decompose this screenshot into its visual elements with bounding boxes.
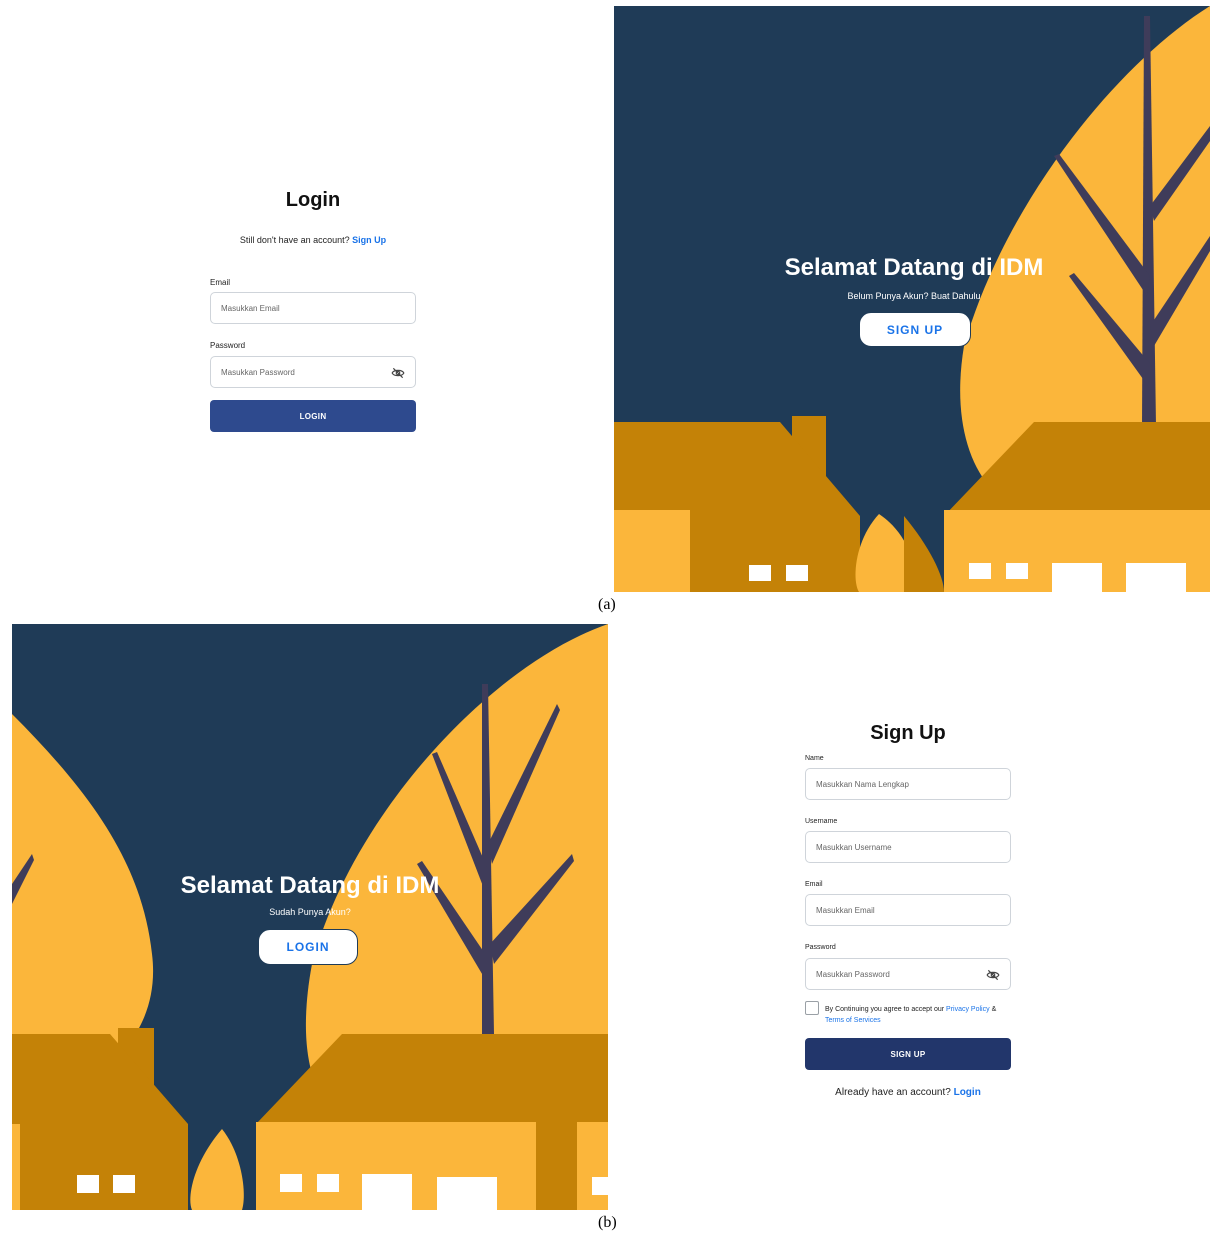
terms-text: By Continuing you agree to accept our Pr… xyxy=(825,1004,1025,1026)
email-field[interactable]: Masukkan Email xyxy=(805,894,1011,926)
password-field[interactable]: Masukkan Password xyxy=(805,958,1011,990)
window xyxy=(113,1175,135,1193)
right-house-wall xyxy=(577,1122,608,1210)
caption-b: (b) xyxy=(598,1214,617,1231)
username-placeholder: Masukkan Username xyxy=(816,842,892,852)
window xyxy=(592,1177,608,1195)
signup-hero-panel: Selamat Datang di IDM Sudah Punya Akun? … xyxy=(12,624,608,1210)
login-hero-subtitle: Belum Punya Akun? Buat Dahulu xyxy=(847,291,981,301)
password-field[interactable]: Masukkan Password xyxy=(210,356,416,388)
name-label: Name xyxy=(805,755,824,762)
caption-a: (a) xyxy=(598,596,616,613)
login-prompt-text: Already have an account? xyxy=(835,1087,951,1098)
signup-hero-title: Selamat Datang di IDM xyxy=(180,872,440,899)
name-placeholder: Masukkan Nama Lengkap xyxy=(816,779,909,789)
password-placeholder: Masukkan Password xyxy=(221,367,295,377)
signup-button[interactable]: SIGN UP xyxy=(805,1038,1011,1070)
left-house-wall xyxy=(12,1124,20,1210)
login-link[interactable]: Login xyxy=(954,1087,981,1098)
left-house-wall xyxy=(614,510,690,592)
terms-of-services-link[interactable]: Terms of Services xyxy=(825,1017,881,1024)
privacy-policy-link[interactable]: Privacy Policy xyxy=(946,1006,990,1013)
login-prompt: Already have an account? Login xyxy=(608,1087,1208,1098)
terms-checkbox[interactable] xyxy=(805,1001,819,1015)
login-hero-title: Selamat Datang di IDM xyxy=(784,254,1044,281)
door xyxy=(1126,563,1186,592)
terms-ampersand: & xyxy=(991,1006,997,1013)
email-field[interactable]: Masukkan Email xyxy=(210,292,416,324)
password-label: Password xyxy=(210,341,246,350)
hero-login-button[interactable]: LOGIN xyxy=(258,929,358,965)
window xyxy=(786,565,808,581)
email-placeholder: Masukkan Email xyxy=(816,905,875,915)
name-field[interactable]: Masukkan Nama Lengkap xyxy=(805,768,1011,800)
login-hero-panel: Selamat Datang di IDM Belum Punya Akun? … xyxy=(614,6,1210,592)
password-placeholder: Masukkan Password xyxy=(816,969,890,979)
window xyxy=(749,565,771,581)
login-form-panel: Login Still don't have an account? Sign … xyxy=(12,6,614,592)
window xyxy=(317,1174,339,1192)
username-field[interactable]: Masukkan Username xyxy=(805,831,1011,863)
hero-signup-button[interactable]: SIGN UP xyxy=(859,312,971,347)
eye-slash-icon[interactable] xyxy=(391,366,405,380)
password-label: Password xyxy=(805,944,836,951)
login-signup-prompt-text: Still don't have an account? xyxy=(239,235,350,245)
signup-form-panel: Sign Up Name Masukkan Nama Lengkap Usern… xyxy=(608,624,1210,1210)
email-label: Email xyxy=(210,278,231,287)
window xyxy=(280,1174,302,1192)
window xyxy=(969,563,991,579)
window xyxy=(1006,563,1028,579)
eye-slash-icon[interactable] xyxy=(986,968,1000,982)
terms-lead: By Continuing you agree to accept our xyxy=(825,1006,945,1013)
signup-link[interactable]: Sign Up xyxy=(352,235,386,245)
login-button[interactable]: LOGIN xyxy=(210,400,416,432)
username-label: Username xyxy=(805,818,838,825)
signup-hero-illustration xyxy=(12,624,608,1210)
door xyxy=(437,1177,497,1210)
email-label: Email xyxy=(805,881,823,888)
window xyxy=(77,1175,99,1193)
signup-hero-subtitle: Sudah Punya Akun? xyxy=(269,907,351,917)
signup-title: Sign Up xyxy=(870,722,946,744)
door xyxy=(1052,563,1102,592)
login-title: Login xyxy=(285,189,341,211)
login-signup-prompt: Still don't have an account? Sign Up xyxy=(12,235,614,245)
door xyxy=(362,1174,412,1210)
email-placeholder: Masukkan Email xyxy=(221,303,280,313)
